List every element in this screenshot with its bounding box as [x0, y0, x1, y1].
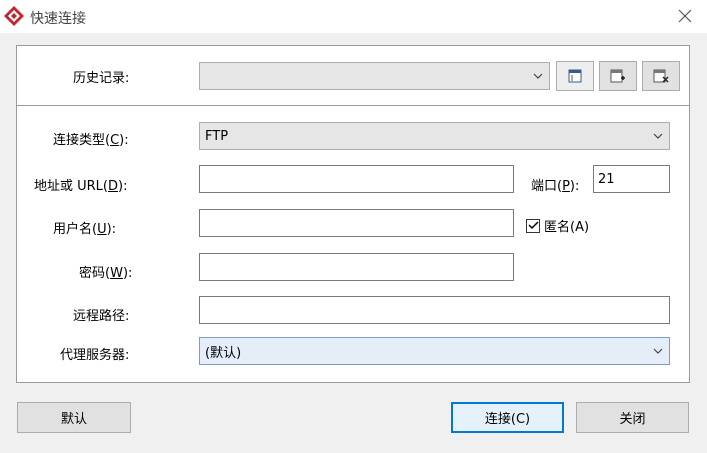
history-label: 历史记录: [73, 71, 130, 86]
history-select[interactable] [199, 62, 550, 90]
proxy-select[interactable]: (默认) [199, 337, 670, 365]
connection-type-value: FTP [205, 128, 229, 144]
proxy-label: 代理服务器: [60, 348, 130, 363]
username-label: 用户名(U): [53, 222, 117, 237]
proxy-value: (默认) [205, 345, 242, 361]
checkbox-box[interactable] [526, 218, 540, 233]
connection-panel: 历史记录: 连接类型(C): FTP 地址或 URL(D): 端口(P): 21… [16, 45, 690, 383]
chevron-down-icon [647, 338, 669, 364]
chevron-down-icon [527, 63, 549, 89]
title-bar: 快速连接 [0, 0, 707, 33]
port-label: 端口(P): [531, 179, 580, 194]
anonymous-label: 匿名(A) [544, 220, 590, 235]
window-title: 快速连接 [30, 11, 86, 27]
address-label: 地址或 URL(D): [34, 179, 128, 194]
section-divider [17, 105, 689, 106]
remote-path-label: 远程路径: [73, 309, 130, 324]
password-label: 密码(W): [79, 266, 133, 281]
close-window-button[interactable] [672, 4, 698, 28]
anonymous-checkbox[interactable]: 匿名(A) [526, 216, 589, 235]
app-logo-icon [4, 6, 24, 26]
close-icon [678, 9, 692, 23]
checkmark-icon [527, 221, 539, 230]
connect-button[interactable]: 连接(C) [451, 402, 564, 433]
history-view-button[interactable] [556, 61, 594, 91]
address-input[interactable] [199, 165, 514, 193]
password-input[interactable] [199, 253, 514, 281]
username-input[interactable] [199, 209, 514, 237]
history-delete-button[interactable] [642, 61, 680, 91]
port-input[interactable] [593, 165, 670, 193]
delete-icon [653, 69, 669, 83]
view-icon [568, 69, 582, 83]
history-add-button[interactable] [599, 61, 637, 91]
default-button[interactable]: 默认 [17, 402, 131, 433]
connection-type-select[interactable]: FTP [199, 122, 670, 150]
close-button[interactable]: 关闭 [576, 402, 689, 433]
chevron-down-icon [647, 123, 669, 149]
add-icon [610, 69, 625, 83]
remote-path-input[interactable] [199, 296, 670, 324]
connection-type-label: 连接类型(C): [53, 133, 129, 148]
